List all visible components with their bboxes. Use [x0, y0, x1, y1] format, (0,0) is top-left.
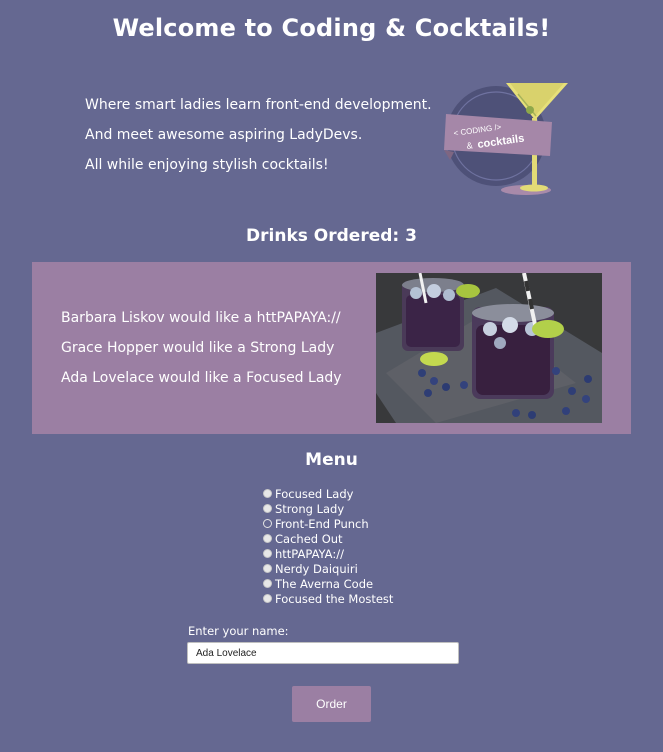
drinks-ordered-count: Drinks Ordered: 3 — [246, 226, 417, 246]
menu-option-label: Focused the Mostest — [275, 591, 394, 606]
menu-option-label: Cached Out — [275, 531, 343, 546]
menu-option-label: The Averna Code — [275, 576, 374, 591]
menu-option-label: httPAPAYA:// — [275, 546, 344, 561]
menu-option-strong-lady[interactable]: Strong Lady — [263, 501, 393, 516]
orders-panel: Barbara Liskov would like a httPAPAYA://… — [32, 262, 631, 434]
intro-line: And meet awesome aspiring LadyDevs. — [85, 127, 363, 143]
radio-button[interactable] — [263, 504, 272, 513]
page-title: Welcome to Coding & Cocktails! — [112, 14, 551, 42]
name-input[interactable] — [187, 642, 459, 664]
menu-option-nerdy-daiquiri[interactable]: Nerdy Daiquiri — [263, 561, 393, 576]
order-line: Ada Lovelace would like a Focused Lady — [61, 370, 342, 386]
radio-button[interactable] — [263, 564, 272, 573]
menu-list: Focused Lady Strong Lady Front-End Punch… — [263, 486, 393, 606]
radio-button[interactable] — [263, 594, 272, 603]
radio-button[interactable] — [263, 549, 272, 558]
radio-button[interactable] — [263, 489, 272, 498]
order-line: Grace Hopper would like a Strong Lady — [61, 340, 335, 356]
order-line: Barbara Liskov would like a httPAPAYA:// — [61, 310, 341, 326]
menu-option-focused-lady[interactable]: Focused Lady — [263, 486, 393, 501]
menu-option-label: Strong Lady — [275, 501, 345, 516]
menu-option-averna-code[interactable]: The Averna Code — [263, 576, 393, 591]
menu-option-label: Nerdy Daiquiri — [275, 561, 358, 576]
radio-button[interactable] — [263, 534, 272, 543]
radio-button-selected[interactable] — [263, 519, 272, 528]
menu-option-label: Front-End Punch — [275, 516, 369, 531]
menu-option-label: Focused Lady — [275, 486, 354, 501]
menu-option-httpapaya[interactable]: httPAPAYA:// — [263, 546, 393, 561]
radio-button[interactable] — [263, 579, 272, 588]
menu-option-focused-the-mostest[interactable]: Focused the Mostest — [263, 591, 393, 606]
menu-option-cached-out[interactable]: Cached Out — [263, 531, 393, 546]
coding-cocktails-logo: < CODING /> & cocktails — [444, 83, 568, 195]
order-button[interactable]: Order — [292, 686, 371, 722]
cocktail-photo — [376, 273, 602, 423]
intro-line: Where smart ladies learn front-end devel… — [85, 97, 432, 113]
menu-heading: Menu — [305, 450, 358, 470]
menu-option-front-end-punch[interactable]: Front-End Punch — [263, 516, 393, 531]
name-field-label: Enter your name: — [188, 624, 289, 638]
intro-line: All while enjoying stylish cocktails! — [85, 157, 329, 173]
